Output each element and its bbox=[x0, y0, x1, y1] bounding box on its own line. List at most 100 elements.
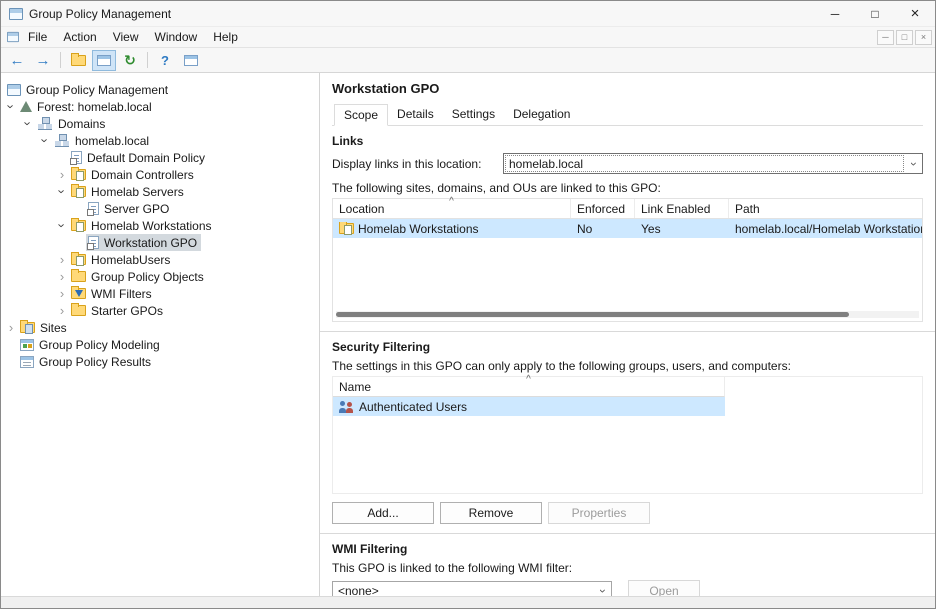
tree-item-homelab-workstations[interactable]: › Homelab Workstations bbox=[1, 217, 319, 234]
link-enforced-cell: No bbox=[571, 222, 635, 236]
remove-button[interactable]: Remove bbox=[440, 502, 542, 524]
folder-icon bbox=[71, 55, 86, 66]
chevron-collapsed-icon[interactable]: › bbox=[55, 167, 69, 182]
tree-item-wmi-filters[interactable]: › WMI Filters bbox=[1, 285, 319, 302]
export-list-button[interactable] bbox=[179, 50, 203, 71]
chevron-collapsed-icon[interactable]: › bbox=[55, 252, 69, 267]
tree-item-domain-controllers[interactable]: › Domain Controllers bbox=[1, 166, 319, 183]
properties-button[interactable]: Properties bbox=[548, 502, 650, 524]
child-restore-button[interactable]: □ bbox=[896, 30, 913, 45]
tree-item-group-policy-management[interactable]: Group Policy Management bbox=[1, 81, 319, 98]
column-name[interactable]: Name^ bbox=[333, 377, 725, 397]
tree-item-default-domain-policy[interactable]: Default Domain Policy bbox=[1, 149, 319, 166]
minimize-button[interactable]: ─ bbox=[815, 1, 855, 26]
horizontal-scrollbar[interactable] bbox=[336, 311, 919, 318]
menu-help[interactable]: Help bbox=[205, 28, 246, 46]
tab-details[interactable]: Details bbox=[388, 104, 443, 126]
chevron-collapsed-icon[interactable]: › bbox=[55, 303, 69, 318]
security-name-cell: Authenticated Users bbox=[359, 400, 467, 414]
console-icon bbox=[7, 84, 21, 96]
tree-item-label: WMI Filters bbox=[91, 287, 152, 301]
gpo-icon bbox=[71, 151, 82, 164]
tree-item-label: Group Policy Results bbox=[39, 355, 151, 369]
security-filtering-heading: Security Filtering bbox=[332, 340, 923, 354]
up-level-button[interactable] bbox=[66, 50, 90, 71]
tab-scope[interactable]: Scope bbox=[334, 104, 388, 126]
menu-file[interactable]: File bbox=[20, 28, 55, 46]
location-combobox[interactable]: homelab.local › bbox=[503, 153, 923, 174]
child-close-button[interactable]: × bbox=[915, 30, 932, 45]
help-button[interactable]: ? bbox=[153, 50, 177, 71]
chevron-collapsed-icon[interactable]: › bbox=[55, 269, 69, 284]
maximize-button[interactable]: □ bbox=[855, 1, 895, 26]
chevron-expanded-icon[interactable]: › bbox=[55, 219, 70, 233]
tab-settings[interactable]: Settings bbox=[443, 104, 504, 126]
users-group-icon bbox=[338, 400, 354, 414]
menu-window[interactable]: Window bbox=[147, 28, 206, 46]
column-location[interactable]: Location^ bbox=[333, 199, 571, 218]
tree-item-homelab-local[interactable]: › homelab.local bbox=[1, 132, 319, 149]
child-minimize-button[interactable]: ─ bbox=[877, 30, 894, 45]
tree-item-homelabusers[interactable]: › HomelabUsers bbox=[1, 251, 319, 268]
tree-item-starter-gpos[interactable]: › Starter GPOs bbox=[1, 302, 319, 319]
ou-icon bbox=[71, 220, 86, 231]
tree-item-label: Group Policy Management bbox=[26, 83, 168, 97]
tree-item-label: Domain Controllers bbox=[91, 168, 194, 182]
column-path[interactable]: Path bbox=[729, 199, 922, 218]
tree-item-label: Homelab Workstations bbox=[91, 219, 212, 233]
tree-item-workstation-gpo[interactable]: Workstation GPO bbox=[1, 234, 319, 251]
column-link-enabled[interactable]: Link Enabled bbox=[635, 199, 729, 218]
console-tree-toggle-button[interactable] bbox=[92, 50, 116, 71]
tree-item-label: Domains bbox=[58, 117, 105, 131]
scrollbar-thumb[interactable] bbox=[336, 312, 849, 317]
ou-icon bbox=[71, 254, 86, 265]
chevron-expanded-icon[interactable]: › bbox=[21, 117, 36, 131]
wmi-filter-combobox[interactable]: <none> › bbox=[332, 581, 612, 597]
folder-icon bbox=[71, 271, 86, 282]
tab-delegation[interactable]: Delegation bbox=[504, 104, 579, 126]
refresh-button[interactable]: ↻ bbox=[118, 50, 142, 71]
chevron-down-icon[interactable]: › bbox=[905, 154, 922, 173]
tree-item-domains[interactable]: › Domains bbox=[1, 115, 319, 132]
tree-item-group-policy-objects[interactable]: › Group Policy Objects bbox=[1, 268, 319, 285]
gpo-icon bbox=[88, 202, 99, 215]
tree-item-forest-homelab-local[interactable]: › Forest: homelab.local bbox=[1, 98, 319, 115]
chevron-down-icon[interactable]: › bbox=[594, 582, 611, 597]
menu-view[interactable]: View bbox=[105, 28, 147, 46]
menu-action[interactable]: Action bbox=[55, 28, 104, 46]
link-path-cell: homelab.local/Homelab Workstations bbox=[729, 222, 922, 236]
tree-item-homelab-servers[interactable]: › Homelab Servers bbox=[1, 183, 319, 200]
main-area: Group Policy Management › Forest: homela… bbox=[1, 73, 935, 596]
modeling-icon bbox=[20, 339, 34, 351]
chevron-expanded-icon[interactable]: › bbox=[38, 134, 53, 148]
open-button[interactable]: Open bbox=[628, 580, 700, 596]
tree-item-sites[interactable]: › Sites bbox=[1, 319, 319, 336]
chevron-collapsed-icon[interactable]: › bbox=[4, 320, 18, 335]
tree-item-label: Homelab Servers bbox=[91, 185, 184, 199]
chevron-collapsed-icon[interactable]: › bbox=[55, 286, 69, 301]
tree-item-group-policy-modeling[interactable]: Group Policy Modeling bbox=[1, 336, 319, 353]
close-button[interactable]: × bbox=[895, 1, 935, 26]
domains-icon bbox=[37, 117, 53, 130]
chevron-expanded-icon[interactable]: › bbox=[4, 100, 19, 114]
wmi-filters-icon bbox=[71, 288, 86, 299]
security-table: Name^ Authenticated Users bbox=[332, 376, 923, 494]
tree-item-server-gpo[interactable]: Server GPO bbox=[1, 200, 319, 217]
toolbar-separator bbox=[147, 52, 148, 68]
links-table-row[interactable]: Homelab Workstations No Yes homelab.loca… bbox=[333, 219, 922, 238]
forest-icon bbox=[20, 101, 32, 112]
add-button[interactable]: Add... bbox=[332, 502, 434, 524]
links-intro-text: The following sites, domains, and OUs ar… bbox=[332, 181, 923, 195]
domain-icon bbox=[54, 134, 70, 147]
column-enforced[interactable]: Enforced bbox=[571, 199, 635, 218]
chevron-expanded-icon[interactable]: › bbox=[55, 185, 70, 199]
forward-button[interactable]: → bbox=[31, 50, 55, 71]
tree-item-label: HomelabUsers bbox=[91, 253, 170, 267]
security-table-row[interactable]: Authenticated Users bbox=[333, 397, 725, 416]
toolbar: ← → ↻ ? bbox=[1, 48, 935, 73]
tree-item-group-policy-results[interactable]: Group Policy Results bbox=[1, 353, 319, 370]
back-button[interactable]: ← bbox=[5, 50, 29, 71]
toolbar-separator bbox=[60, 52, 61, 68]
wmi-filter-value: <none> bbox=[333, 582, 594, 597]
security-buttons: Add... Remove Properties bbox=[332, 502, 923, 524]
